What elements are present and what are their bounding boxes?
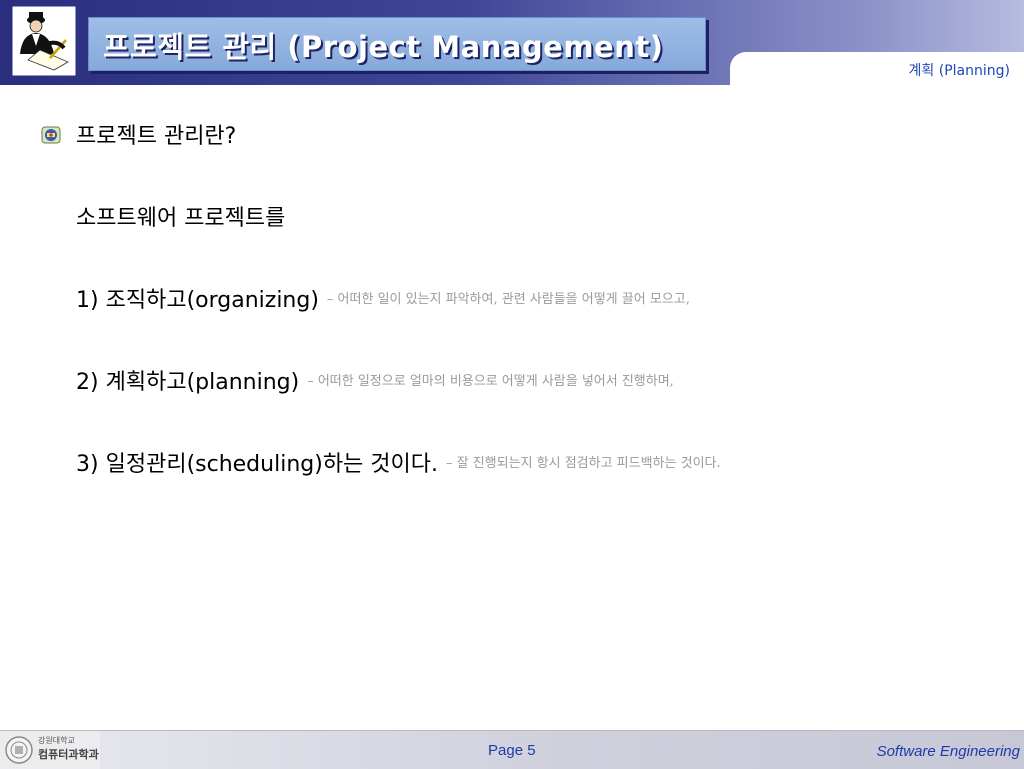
section-label: 계획 (Planning): [908, 63, 1010, 79]
department-name: 컴퓨터과학과: [38, 748, 99, 761]
item-english: (scheduling): [186, 452, 323, 477]
course-name: Software Engineering: [876, 743, 1020, 760]
item-korean: 조직하고: [105, 288, 187, 313]
item-english: (planning): [186, 370, 300, 395]
page-number: Page 5: [488, 742, 536, 759]
item-english: (organizing): [186, 288, 319, 313]
section-tab: 계획 (Planning): [730, 52, 1024, 85]
item-korean: 일정관리: [105, 452, 187, 477]
item-number: 2): [76, 370, 99, 395]
title-box: 프로젝트 관리 (Project Management): [88, 17, 706, 71]
page-title: 프로젝트 관리 (Project Management): [103, 30, 664, 64]
item-note: – 잘 진행되는지 항시 점검하고 피드백하는 것이다.: [446, 456, 721, 471]
list-item: 3) 일정관리(scheduling)하는 것이다. – 잘 진행되는지 항시 점…: [76, 446, 721, 478]
intro-text: 소프트웨어 프로젝트를: [76, 200, 285, 232]
item-suffix: 하는 것이다.: [322, 452, 438, 477]
university-seal-icon: [5, 736, 33, 764]
footer-logo: 강원대학교 컴퓨터과학과: [0, 731, 100, 769]
header-bar: 프로젝트 관리 (Project Management) 계획 (Plannin…: [0, 0, 1024, 85]
list-item: 1) 조직하고(organizing) – 어떠한 일이 있는지 파악하여, 관련…: [76, 282, 690, 314]
item-number: 1): [76, 288, 99, 313]
item-note: – 어떠한 일이 있는지 파악하여, 관련 사람들을 어떻게 끌어 모으고,: [326, 292, 690, 307]
slide-content: 프로젝트 관리란? 소프트웨어 프로젝트를 1) 조직하고(organizing…: [0, 85, 1024, 730]
question-label: 프로젝트 관리란?: [76, 124, 237, 149]
question-text: 프로젝트 관리란?: [76, 118, 236, 150]
item-number: 3): [76, 452, 99, 477]
item-korean: 계획하고: [105, 370, 187, 395]
businessman-writing-icon: [11, 5, 77, 77]
intro-label: 소프트웨어 프로젝트를: [76, 206, 286, 231]
list-item: 2) 계획하고(planning) – 어떠한 일정으로 얼마의 비용으로 어떻게…: [76, 364, 674, 396]
footer-bar: 강원대학교 컴퓨터과학과 Page 5 Software Engineering: [0, 730, 1024, 769]
university-name: 강원대학교: [38, 736, 75, 745]
emblem-bullet-icon: [41, 126, 61, 144]
item-note: – 어떠한 일정으로 얼마의 비용으로 어떻게 사람을 넣어서 진행하며,: [307, 374, 674, 389]
